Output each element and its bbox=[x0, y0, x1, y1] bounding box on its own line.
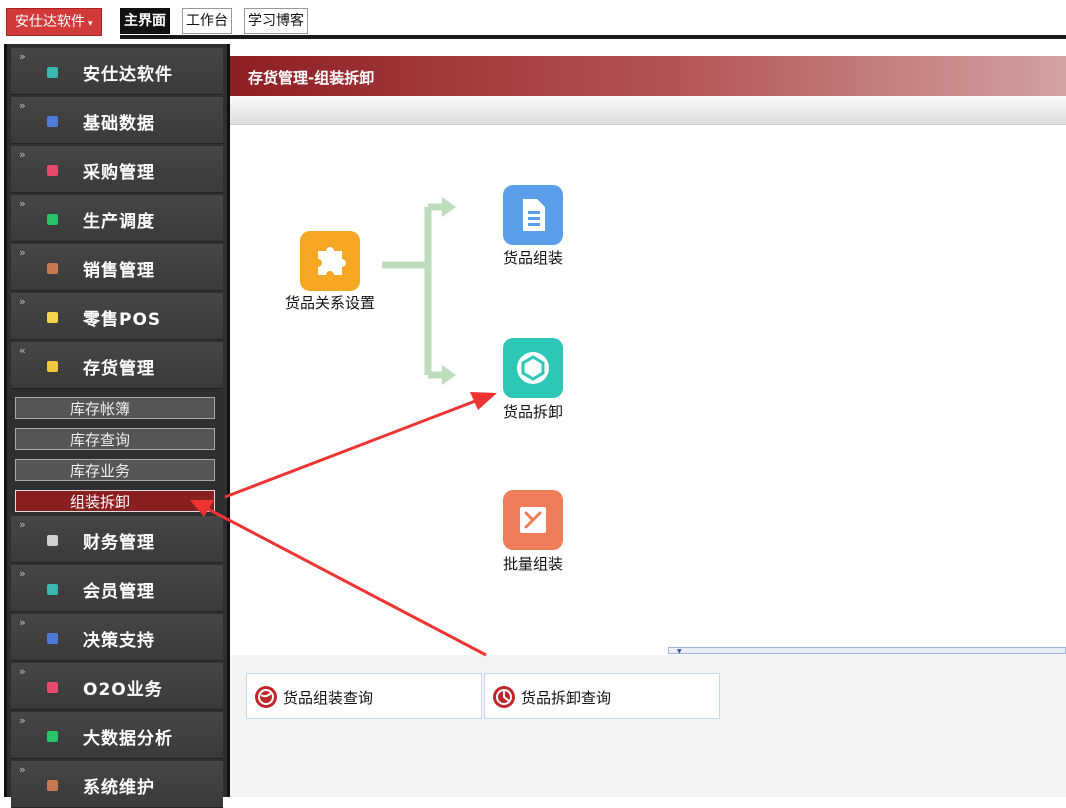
annotation-arrowhead-lower bbox=[190, 500, 214, 517]
annotation-arrow-line-lower bbox=[205, 506, 487, 657]
annotation-arrowhead-upper bbox=[470, 392, 497, 410]
annotation-arrows bbox=[190, 392, 497, 657]
annotation-arrow-line-upper bbox=[224, 398, 479, 499]
